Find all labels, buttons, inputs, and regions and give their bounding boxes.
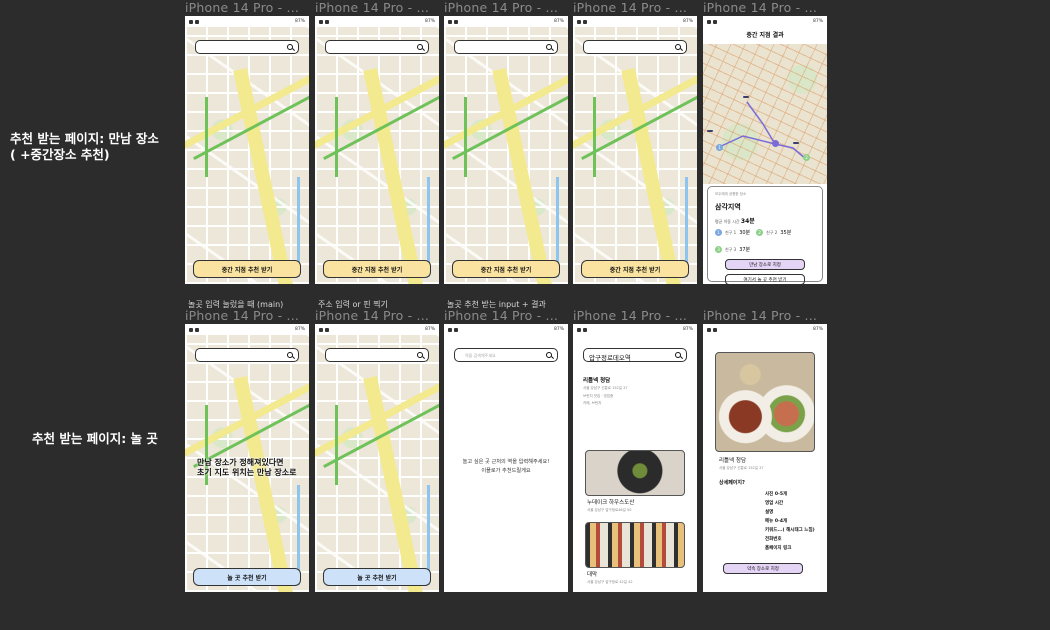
status-bar: 87%	[185, 16, 309, 27]
status-bar: 87%	[573, 16, 697, 27]
friend-1-marker: 1	[716, 144, 723, 151]
phone-frame-input: 87% 역을 검색해주세요 놀고 싶은 곳 근처의 역을 입력해주세요! 이플로…	[444, 324, 568, 592]
phone-frame-detail: 87% 리틀넥 청담 서울 강남구 선릉로 152길 37 상세페이지? 사진 …	[703, 324, 827, 592]
travel-time-row: 1 친구 1 30분	[715, 229, 750, 236]
place-photo[interactable]	[715, 352, 815, 452]
row1-label-line1: 추천 받는 페이지: 만남 장소	[10, 131, 159, 146]
search-icon[interactable]	[417, 352, 423, 358]
search-icon[interactable]	[675, 44, 681, 50]
phone-frame-list: 87% 압구정로데오역 리틀넥 청담 서울 강남구 선릉로 152길 37 브런…	[573, 324, 697, 592]
place-photo[interactable]	[585, 450, 685, 496]
frame-title[interactable]: iPhone 14 Pro - ...	[315, 308, 429, 323]
frame-title[interactable]: iPhone 14 Pro - ...	[185, 0, 299, 15]
list-item[interactable]: 대막 서울 강남구 압구정로 42길 42	[587, 570, 633, 586]
frame-title[interactable]: iPhone 14 Pro - ...	[573, 0, 687, 15]
search-input[interactable]	[454, 40, 558, 54]
result-sheet: 모두에게 공평한 장소 삼각지역 평균 이동 시간 34분 1 친구 1 30분 2…	[707, 186, 823, 284]
station-name: 삼각지역	[715, 203, 741, 211]
play-button[interactable]: 놀 곳 추천 받기	[193, 568, 301, 586]
search-input[interactable]	[195, 40, 299, 54]
detail-list: 사진 0-5개 영업 시간 설명 메뉴 0-4개 키워드...( 해시태그 느낌…	[765, 492, 815, 551]
map-pin[interactable]	[793, 142, 799, 144]
phone-frame-map: 87% 만남 장소가 정해져있다면 초기 지도 위치는 만남 장소로 놀 곳 추…	[185, 324, 309, 592]
annotation-note: 만남 장소가 정해져있다면 초기 지도 위치는 만남 장소로	[197, 458, 297, 477]
status-bar: 87%	[315, 324, 439, 335]
caption: 놀곳 추천 받는 input + 결과	[447, 300, 546, 309]
search-input[interactable]	[325, 40, 429, 54]
list-item[interactable]: 리틀넥 청담 서울 강남구 선릉로 152길 37 브런치 맛집 · 영업중 카…	[583, 376, 687, 407]
row1-label-line2: ( +중간장소 추천)	[10, 147, 110, 162]
map-view[interactable]	[315, 335, 439, 592]
map-view[interactable]	[573, 27, 697, 284]
travel-time-row: 3 친구 3 37분	[715, 246, 750, 253]
route-lines	[716, 101, 808, 161]
page-title: 중간 지점 결과	[746, 32, 784, 39]
search-icon[interactable]	[546, 44, 552, 50]
midpoint-button[interactable]: 중간 지점 추천 받기	[323, 260, 431, 278]
phone-frame-map: 87% 중간 지점 추천 받기	[444, 16, 568, 284]
travel-time-row: 2 친구 2 35분	[756, 229, 791, 236]
phone-frame-map: 87% 중간 지점 추천 받기	[573, 16, 697, 284]
phone-frame-map: 87% 중간 지점 추천 받기	[185, 16, 309, 284]
status-bar: 87%	[703, 324, 827, 335]
midpoint-button[interactable]: 중간 지점 추천 받기	[452, 260, 560, 278]
frame-title[interactable]: iPhone 14 Pro - ...	[444, 308, 558, 323]
place-photo[interactable]	[585, 522, 685, 568]
search-input[interactable]	[583, 40, 687, 54]
frame-title[interactable]: iPhone 14 Pro - ...	[315, 0, 429, 15]
friend-2-marker: 2	[803, 154, 810, 161]
midpoint-button[interactable]: 중간 지점 추천 받기	[581, 260, 689, 278]
status-bar: 87%	[315, 16, 439, 27]
play-button[interactable]: 놀 곳 추천 받기	[323, 568, 431, 586]
frame-title[interactable]: iPhone 14 Pro - ...	[703, 308, 817, 323]
map-view[interactable]	[315, 27, 439, 284]
caption: 놀곳 입력 눌렀을 때 (main)	[188, 300, 284, 309]
search-icon[interactable]	[287, 352, 293, 358]
result-map[interactable]: 1 2	[703, 44, 827, 184]
map-pin[interactable]	[743, 96, 749, 98]
phone-frame-result: 87% 중간 지점 결과 1 2 모두에게 공평한 장소 삼각지역 평균 이동 …	[703, 16, 827, 284]
status-bar: 87%	[573, 324, 697, 335]
phone-frame-map: 87% 놀 곳 추천 받기	[315, 324, 439, 592]
station-search-input[interactable]: 역을 검색해주세요	[454, 348, 558, 362]
frame-title[interactable]: iPhone 14 Pro - ...	[444, 0, 558, 15]
status-bar: 87%	[185, 324, 309, 335]
status-bar: 87%	[703, 16, 827, 27]
search-icon[interactable]	[675, 352, 681, 358]
result-list: 리틀넥 청담 서울 강남구 선릉로 152길 37 브런치 맛집 · 영업중 카…	[583, 370, 687, 407]
map-pin[interactable]	[707, 130, 713, 132]
frame-title[interactable]: iPhone 14 Pro - ...	[703, 0, 817, 15]
search-input[interactable]: 압구정로데오역	[583, 348, 687, 362]
play-here-button[interactable]: 여기서 놀 곳 추천 받기	[725, 274, 805, 284]
caption: 주소 입력 or 핀 찍기	[318, 300, 388, 309]
status-bar: 87%	[444, 324, 568, 335]
search-icon[interactable]	[417, 44, 423, 50]
phone-frame-map: 87% 중간 지점 추천 받기	[315, 16, 439, 284]
midpoint-button[interactable]: 중간 지점 추천 받기	[193, 260, 301, 278]
search-icon[interactable]	[546, 352, 552, 358]
frame-title[interactable]: iPhone 14 Pro - ...	[185, 308, 299, 323]
row2-label: 추천 받는 페이지: 놀 곳	[32, 431, 158, 446]
search-icon[interactable]	[287, 44, 293, 50]
empty-state-message: 놀고 싶은 곳 근처의 역을 입력해주세요! 이플로가 추천드릴게요	[462, 459, 550, 474]
search-input[interactable]	[195, 348, 299, 362]
midpoint-marker	[772, 140, 779, 147]
set-appointment-button[interactable]: 약속 장소로 지정	[723, 563, 803, 574]
frame-title[interactable]: iPhone 14 Pro - ...	[573, 308, 687, 323]
place-info: 리틀넥 청담 서울 강남구 선릉로 152길 37	[719, 458, 764, 470]
search-input[interactable]	[325, 348, 429, 362]
set-meeting-button[interactable]: 만남 장소로 지정	[725, 259, 805, 270]
list-item[interactable]: 누데이크 하우스도산 서울 강남구 압구정로46길 50	[587, 498, 634, 514]
row1-label: 추천 받는 페이지: 만남 장소 ( +중간장소 추천)	[10, 131, 159, 163]
status-bar: 87%	[444, 16, 568, 27]
map-view[interactable]	[185, 27, 309, 284]
map-view[interactable]	[444, 27, 568, 284]
section-title: 상세페이지?	[719, 480, 745, 486]
